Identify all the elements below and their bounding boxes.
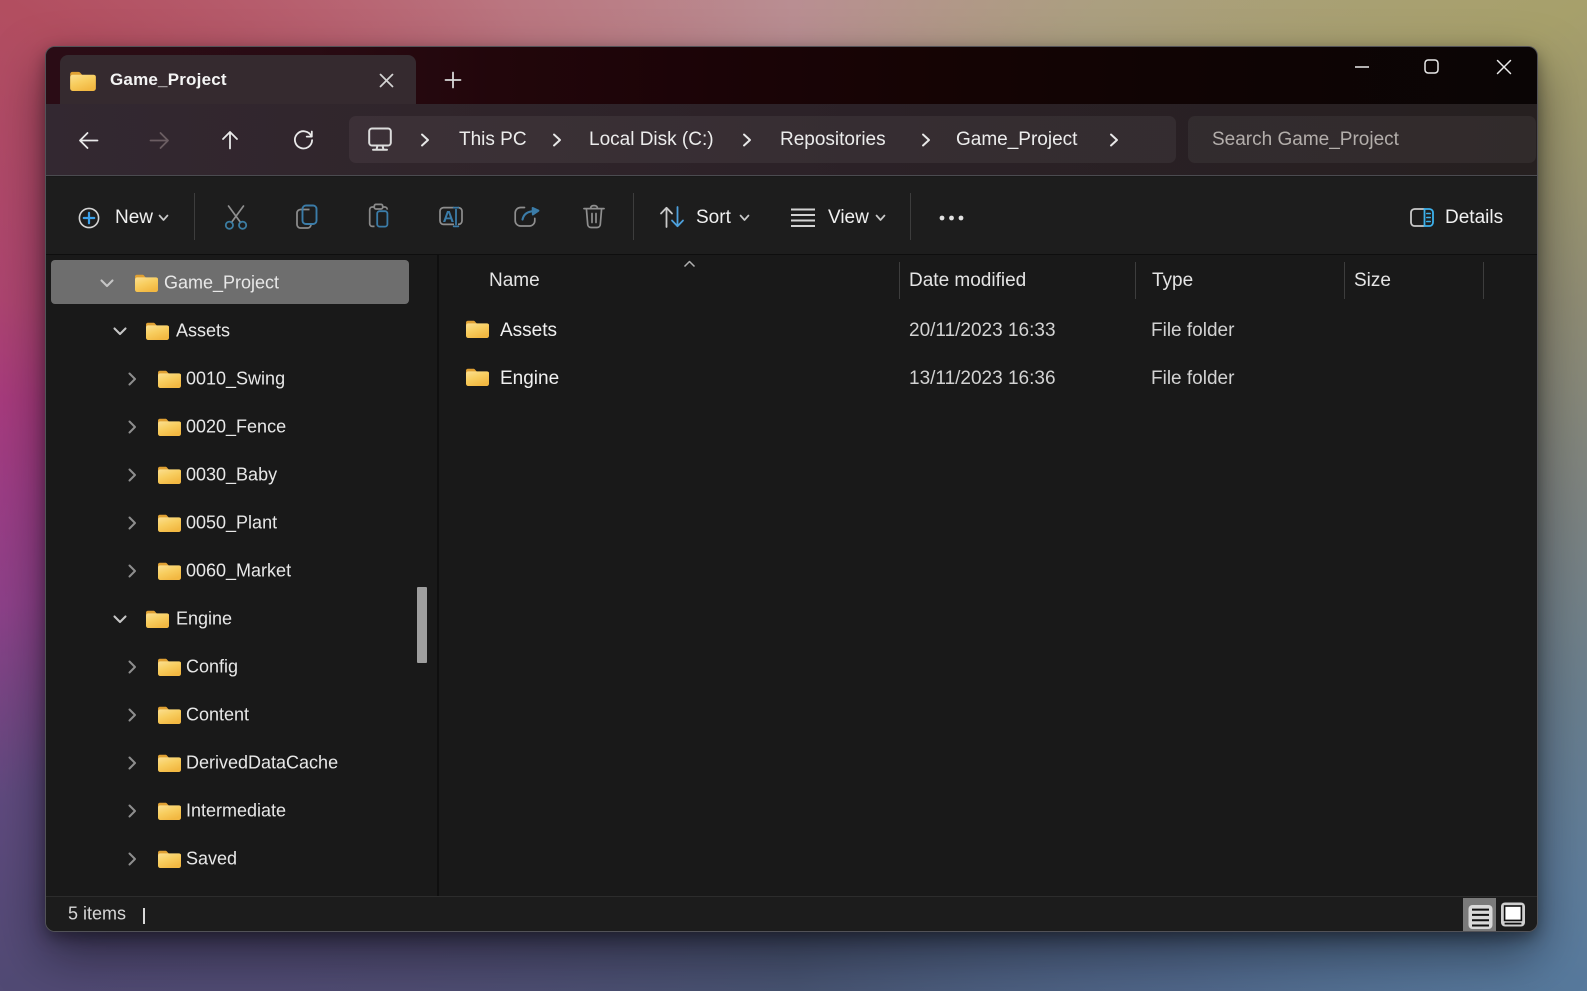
svg-text:A: A	[443, 209, 455, 226]
